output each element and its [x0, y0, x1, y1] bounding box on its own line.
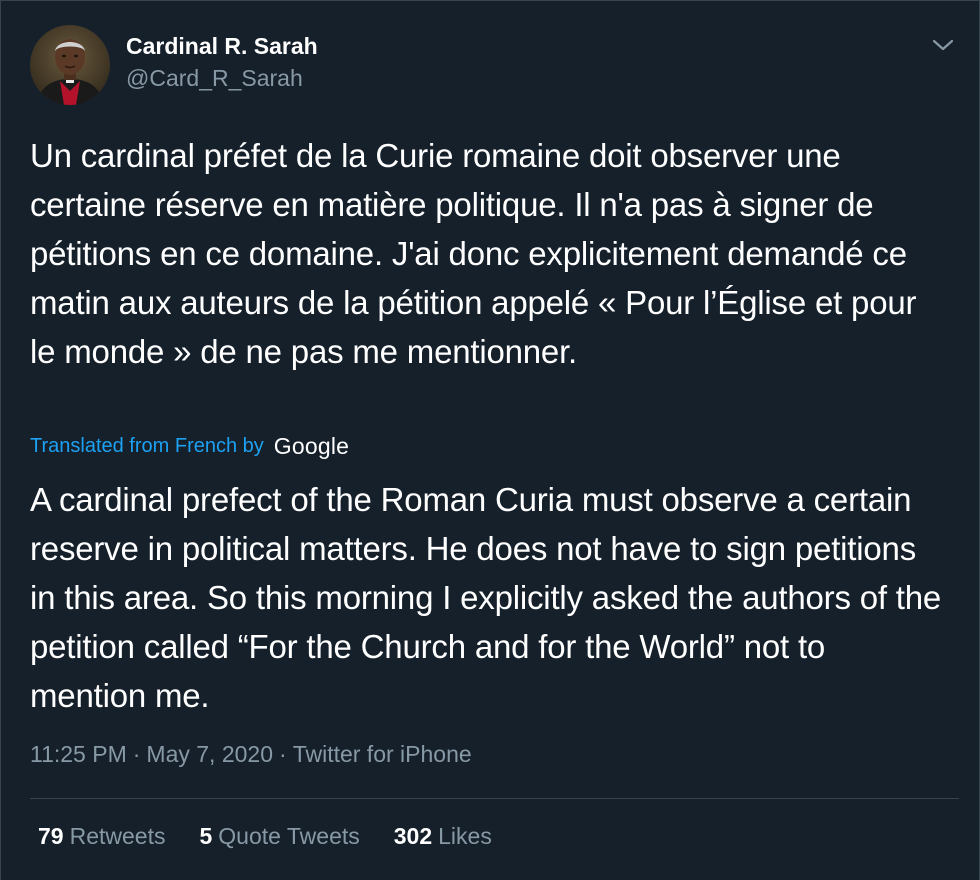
likes-stat[interactable]: 302 Likes	[394, 823, 492, 850]
retweets-label: Retweets	[69, 823, 166, 849]
more-options-button[interactable]	[931, 35, 955, 55]
author-name[interactable]: Cardinal R. Sarah	[126, 33, 318, 60]
quote-tweets-label: Quote Tweets	[218, 823, 360, 849]
google-logo: Google	[273, 432, 350, 459]
profile-photo-icon	[30, 25, 110, 105]
likes-count: 302	[393, 823, 433, 849]
tweet-translated-text: A cardinal prefect of the Roman Curia mu…	[30, 481, 942, 714]
quote-tweets-stat[interactable]: 5 Quote Tweets	[199, 823, 359, 850]
translation-attribution: Translated from French by Google	[30, 431, 349, 461]
tweet-card: Cardinal R. Sarah @Card_R_Sarah Un cardi…	[0, 0, 980, 880]
tweet-time[interactable]: 11:25 PM	[30, 741, 127, 767]
divider	[30, 798, 959, 799]
translated-from-link[interactable]: Translated from French by	[30, 435, 264, 458]
likes-label: Likes	[438, 823, 492, 849]
tweet-meta: 11:25 PM · May 7, 2020 · Twitter for iPhone	[30, 741, 472, 768]
chevron-down-icon	[932, 39, 954, 51]
author-handle[interactable]: @Card_R_Sarah	[126, 65, 303, 92]
tweet-source[interactable]: Twitter for iPhone	[293, 741, 472, 767]
tweet-date[interactable]: May 7, 2020	[146, 741, 273, 767]
retweets-stat[interactable]: 79 Retweets	[38, 823, 165, 850]
retweets-count: 79	[38, 823, 64, 849]
quote-tweets-count: 5	[199, 823, 213, 849]
meta-separator: ·	[132, 741, 141, 767]
avatar[interactable]	[30, 25, 110, 105]
meta-separator: ·	[279, 741, 287, 767]
tweet-original-text: Un cardinal préfet de la Curie romaine d…	[30, 137, 917, 370]
tweet-stats: 79 Retweets 5 Quote Tweets 302 Likes	[38, 823, 526, 850]
